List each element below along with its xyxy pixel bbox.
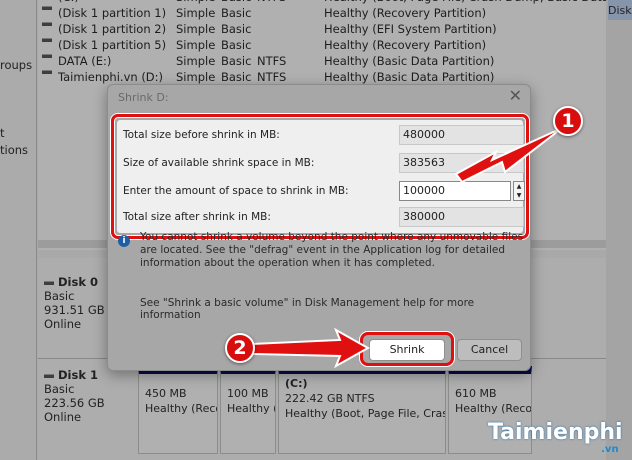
taimienphi-logo: Taimienphi .vn (488, 420, 623, 455)
step-2-badge: 2 (225, 333, 255, 363)
step-1-badge: 1 (553, 106, 583, 136)
annotation-arrows (251, 127, 563, 369)
arrow-to-shrink (251, 327, 371, 369)
arrow-to-input (454, 127, 563, 184)
